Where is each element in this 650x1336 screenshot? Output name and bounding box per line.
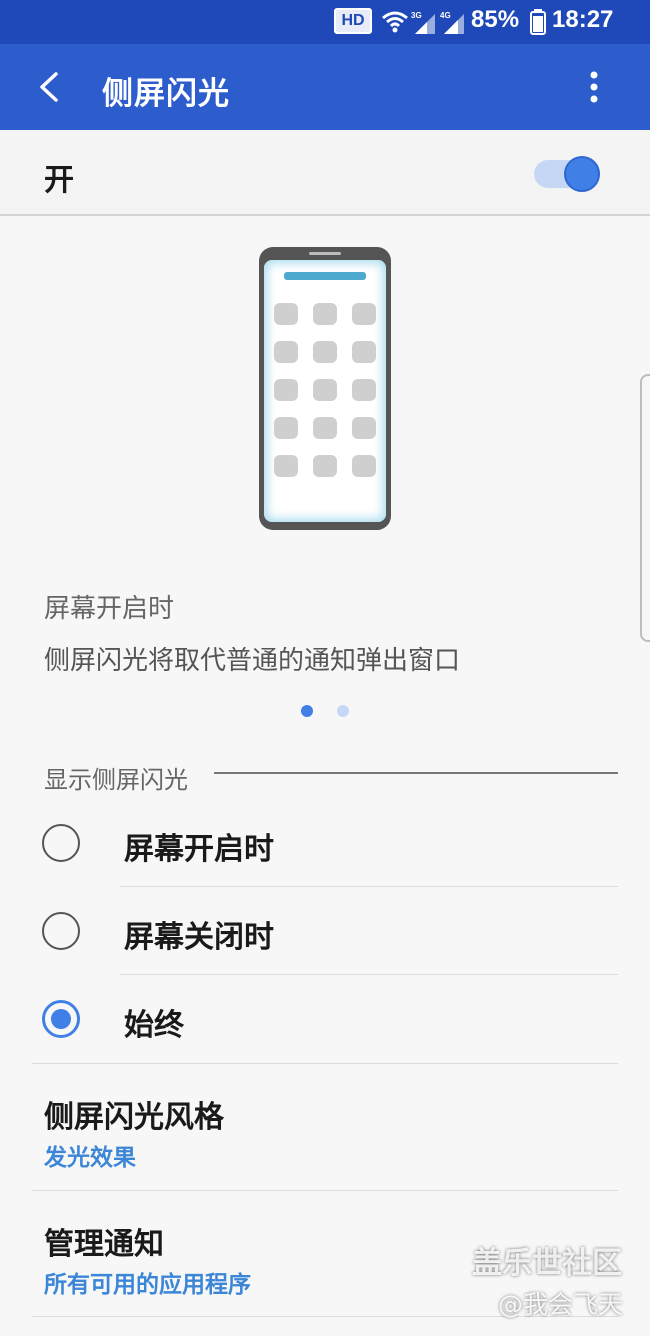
master-switch-row[interactable]: 开 [0,130,650,216]
master-toggle[interactable] [534,154,606,194]
app-icon-placeholder [313,417,337,439]
page-indicator-2[interactable] [337,705,349,717]
preview-title: 屏幕开启时 [44,594,175,624]
section-divider [214,772,618,774]
phone-speaker [309,252,341,255]
setting-edge-lighting-style[interactable]: 侧屏闪光风格 发光效果 [0,1064,650,1190]
radio-label: 始终 [124,1008,184,1043]
battery-icon [530,9,546,35]
battery-percent: 85% [471,6,520,33]
preview-description: 侧屏闪光将取代普通的通知弹出窗口 [44,646,461,676]
clock: 18:27 [552,6,614,33]
hd-badge: HD [334,8,372,34]
setting-title: 管理通知 [44,1227,164,1262]
watermark-site: 盖乐世社区 [472,1246,622,1281]
back-arrow-icon [40,72,58,102]
app-icon-placeholder [274,455,298,477]
app-icon-placeholder [352,303,376,325]
radio-button[interactable] [42,912,80,950]
page-title: 侧屏闪光 [102,76,230,112]
section-header: 显示侧屏闪光 [44,766,188,794]
radio-button[interactable] [42,824,80,862]
app-icon-placeholder [274,303,298,325]
wifi-icon [382,11,408,33]
app-icon-placeholder [313,341,337,363]
signal-4g-label: 4G [440,11,451,20]
signal-3g-icon: 3G [411,11,435,34]
radio-option-screen-on[interactable]: 屏幕开启时 [0,800,650,888]
signal-3g-label: 3G [411,11,422,20]
setting-title: 侧屏闪光风格 [44,1100,224,1135]
app-bar: 侧屏闪光 [0,44,650,130]
radio-label: 屏幕开启时 [124,832,274,867]
phone-screen [264,260,386,522]
radio-option-always[interactable]: 始终 [0,976,650,1064]
radio-button-selected[interactable] [42,1000,80,1038]
phone-edge-lighting-illustration [259,247,391,530]
app-icon-placeholder [352,455,376,477]
back-button[interactable] [30,66,70,108]
toggle-thumb [564,156,600,192]
notification-bar [284,272,366,280]
setting-subtitle: 所有可用的应用程序 [44,1272,251,1298]
app-icon-placeholder [274,417,298,439]
app-icon-placeholder [313,455,337,477]
divider [120,886,618,887]
master-switch-label: 开 [44,163,74,198]
divider [120,974,618,975]
app-icon-placeholder [313,303,337,325]
setting-subtitle: 发光效果 [44,1145,136,1171]
radio-label: 屏幕关闭时 [124,920,274,955]
app-icon-placeholder [352,417,376,439]
signal-4g-icon: 4G [440,11,464,34]
app-icon-placeholder [352,379,376,401]
more-vert-icon [590,71,598,103]
status-bar: HD 3G 4G 85% 18:27 [0,0,650,44]
watermark-user: @我会飞天 [498,1290,624,1319]
page-indicator-1[interactable] [301,705,313,717]
more-options-button[interactable] [578,66,610,108]
edge-panel-handle[interactable] [640,374,650,642]
app-icon-placeholder [313,379,337,401]
app-icon-placeholder [274,379,298,401]
app-icon-placeholder [352,341,376,363]
radio-option-screen-off[interactable]: 屏幕关闭时 [0,888,650,976]
app-icon-placeholder [274,341,298,363]
